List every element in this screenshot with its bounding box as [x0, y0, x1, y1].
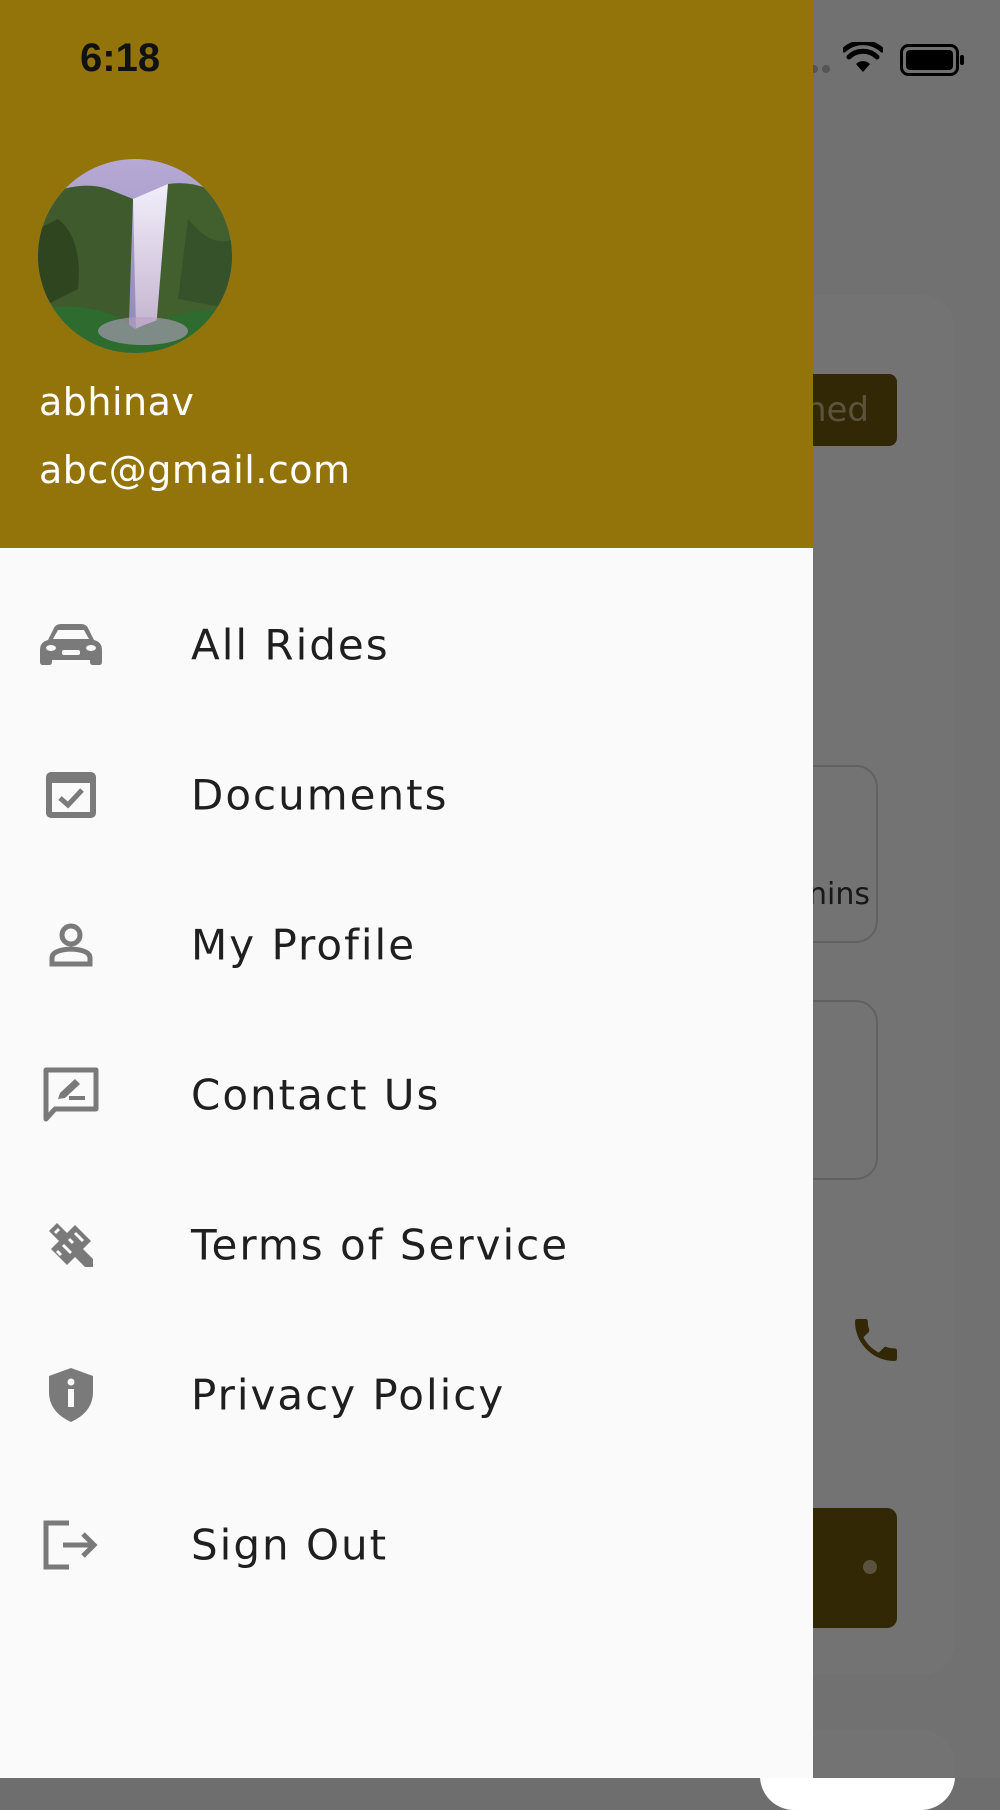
menu-item-label: Terms of Service [191, 1220, 570, 1270]
menu-item-label: Contact Us [191, 1070, 441, 1120]
menu-item-label: Documents [191, 770, 449, 820]
menu-item-privacy-policy[interactable]: Privacy Policy [0, 1320, 813, 1470]
menu-item-all-rides[interactable]: All Rides [0, 570, 813, 720]
checkbox-document-icon [38, 762, 104, 828]
user-email: abc@gmail.com [39, 448, 351, 492]
navigation-drawer: 6:18 abhinav abc@gmail.com All Rides Doc… [0, 0, 813, 1778]
status-time: 6:18 [80, 36, 161, 80]
logout-icon [38, 1512, 104, 1578]
menu-item-label: Privacy Policy [191, 1370, 506, 1420]
drawer-header: 6:18 abhinav abc@gmail.com [0, 0, 813, 548]
design-services-icon [38, 1212, 104, 1278]
menu-item-sign-out[interactable]: Sign Out [0, 1470, 813, 1620]
feedback-icon [38, 1062, 104, 1128]
menu-item-label: All Rides [191, 620, 390, 670]
privacy-shield-icon [38, 1362, 104, 1428]
menu-item-my-profile[interactable]: My Profile [0, 870, 813, 1020]
battery-icon [900, 44, 964, 76]
menu-item-label: Sign Out [191, 1520, 389, 1570]
menu-item-contact-us[interactable]: Contact Us [0, 1020, 813, 1170]
menu-item-label: My Profile [191, 920, 417, 970]
menu-item-documents[interactable]: Documents [0, 720, 813, 870]
waterfall-photo [38, 159, 232, 353]
car-icon [38, 612, 104, 678]
user-name: abhinav [39, 380, 195, 424]
wifi-icon [843, 42, 883, 72]
person-icon [38, 912, 104, 978]
avatar[interactable] [38, 159, 232, 353]
menu-item-terms-of-service[interactable]: Terms of Service [0, 1170, 813, 1320]
